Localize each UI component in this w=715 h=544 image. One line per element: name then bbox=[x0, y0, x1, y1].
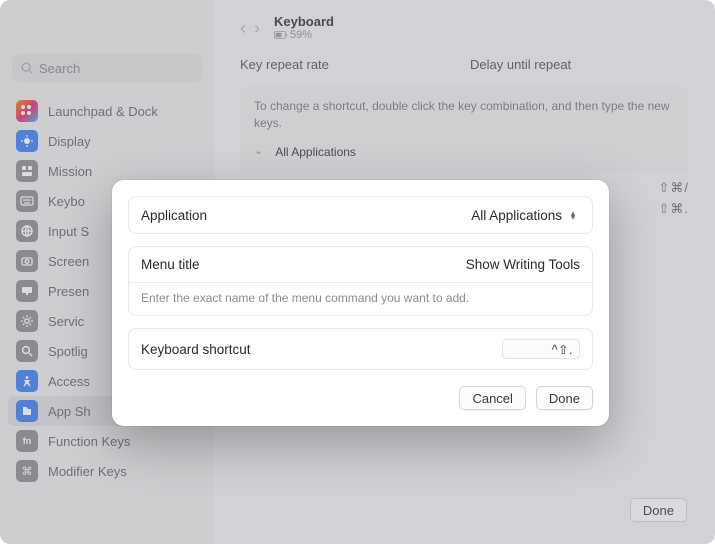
chevron-up-down-icon: ▴▾ bbox=[566, 207, 580, 223]
menu-title-row[interactable]: Menu title Show Writing Tools bbox=[129, 247, 592, 282]
application-row[interactable]: Application All Applications ▴▾ bbox=[129, 197, 592, 233]
application-label: Application bbox=[141, 208, 207, 223]
system-settings-window: Search Launchpad & Dock Display Mission … bbox=[0, 0, 715, 544]
application-popup[interactable]: All Applications ▴▾ bbox=[471, 207, 580, 223]
menu-title-value[interactable]: Show Writing Tools bbox=[466, 257, 580, 272]
cancel-button[interactable]: Cancel bbox=[459, 386, 525, 410]
add-shortcut-dialog: Application All Applications ▴▾ Menu tit… bbox=[112, 180, 609, 426]
keyboard-shortcut-input[interactable]: ^⇧. bbox=[502, 339, 580, 359]
menu-title-help: Enter the exact name of the menu command… bbox=[129, 282, 592, 315]
done-button[interactable]: Done bbox=[536, 386, 593, 410]
keyboard-shortcut-label: Keyboard shortcut bbox=[141, 342, 251, 357]
keyboard-shortcut-row: Keyboard shortcut ^⇧. bbox=[129, 329, 592, 369]
keyboard-shortcut-value: ^⇧. bbox=[552, 342, 573, 357]
application-value: All Applications bbox=[471, 208, 562, 223]
menu-title-label: Menu title bbox=[141, 257, 200, 272]
